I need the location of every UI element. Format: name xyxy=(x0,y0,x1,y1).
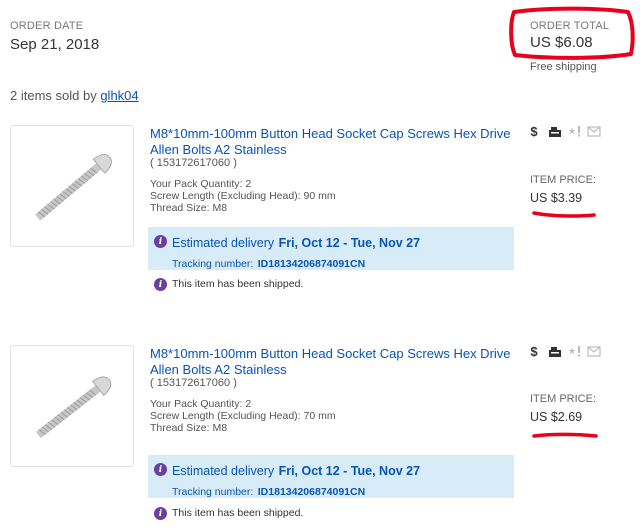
estimated-delivery-dates: Fri, Oct 12 - Tue, Nov 27 xyxy=(278,464,421,478)
shipped-status: This item has been shipped. xyxy=(172,278,304,290)
tracking-line: Tracking number: ID18134206874091CN xyxy=(172,254,365,272)
item-spec-thread: Thread Size: M8 xyxy=(150,422,228,434)
svg-text:★: ★ xyxy=(568,347,576,357)
annotation-underline xyxy=(532,432,598,438)
envelope-icon[interactable] xyxy=(587,125,601,137)
tracking-number-link[interactable]: ID18134206874091CN xyxy=(258,486,365,498)
cash-register-icon[interactable] xyxy=(547,345,563,359)
info-icon: i xyxy=(154,507,167,520)
item-number: ( 153172617060 ) xyxy=(150,377,237,389)
info-icon: i xyxy=(154,278,167,291)
order-date-value: Sep 21, 2018 xyxy=(10,36,100,53)
item-price-value: US $2.69 xyxy=(530,410,583,424)
tracking-line: Tracking number: ID18134206874091CN xyxy=(172,482,365,500)
estimated-delivery-label: Estimated delivery xyxy=(172,464,275,478)
order-date-label: ORDER DATE xyxy=(10,20,84,32)
annotation-circle-total xyxy=(509,6,635,60)
item-price-label: ITEM PRICE: xyxy=(530,393,597,405)
info-icon: i xyxy=(154,463,167,476)
seller-link[interactable]: glhk04 xyxy=(100,88,138,103)
item-title-line2: Allen Bolts A2 Stainless xyxy=(150,142,287,157)
item-title-link[interactable]: M8*10mm-100mm Button Head Socket Cap Scr… xyxy=(150,346,520,378)
annotation-underline xyxy=(532,211,596,218)
item-spec-quantity: Your Pack Quantity: 2 xyxy=(150,398,252,410)
item-spec-length: Screw Length (Excluding Head): 90 mm xyxy=(150,190,336,202)
estimated-delivery: Estimated delivery Fri, Oct 12 - Tue, No… xyxy=(172,234,420,252)
delivery-box: i Estimated delivery Fri, Oct 12 - Tue, … xyxy=(148,227,514,270)
item-thumbnail[interactable] xyxy=(10,125,134,247)
item-price-label: ITEM PRICE: xyxy=(530,174,597,186)
star-exclamation-icon[interactable]: ★ xyxy=(568,344,582,358)
bolt-image xyxy=(35,154,112,221)
envelope-icon[interactable] xyxy=(587,345,601,357)
delivery-box: i Estimated delivery Fri, Oct 12 - Tue, … xyxy=(148,455,514,498)
estimated-delivery-dates: Fri, Oct 12 - Tue, Nov 27 xyxy=(278,236,421,250)
item-title-line1: M8*10mm-100mm Button Head Socket Cap Scr… xyxy=(150,346,511,361)
item-price-value: US $3.39 xyxy=(530,191,583,205)
bolt-image xyxy=(35,376,112,439)
dollar-icon[interactable]: $ xyxy=(528,343,540,359)
sold-by-line: 2 items sold by glhk04 xyxy=(10,88,139,103)
tracking-label: Tracking number: xyxy=(172,258,254,270)
item-title-line2: Allen Bolts A2 Stainless xyxy=(150,362,287,377)
item-spec-thread: Thread Size: M8 xyxy=(150,202,228,214)
item-spec-quantity: Your Pack Quantity: 2 xyxy=(150,178,252,190)
cash-register-icon[interactable] xyxy=(547,125,563,139)
item-title-line1: M8*10mm-100mm Button Head Socket Cap Scr… xyxy=(150,126,511,141)
estimated-delivery-label: Estimated delivery xyxy=(172,236,275,250)
star-exclamation-icon[interactable]: ★ xyxy=(568,124,582,138)
svg-text:★: ★ xyxy=(568,127,576,137)
item-title-link[interactable]: M8*10mm-100mm Button Head Socket Cap Scr… xyxy=(150,126,520,158)
estimated-delivery: Estimated delivery Fri, Oct 12 - Tue, No… xyxy=(172,462,420,480)
item-number: ( 153172617060 ) xyxy=(150,157,237,169)
shipped-status: This item has been shipped. xyxy=(172,507,304,519)
tracking-label: Tracking number: xyxy=(172,486,254,498)
info-icon: i xyxy=(154,235,167,248)
item-spec-length: Screw Length (Excluding Head): 70 mm xyxy=(150,410,336,422)
dollar-icon[interactable]: $ xyxy=(528,123,540,139)
sold-by-prefix: 2 items sold by xyxy=(10,88,97,103)
tracking-number-link[interactable]: ID18134206874091CN xyxy=(258,258,365,270)
item-thumbnail[interactable] xyxy=(10,345,134,467)
